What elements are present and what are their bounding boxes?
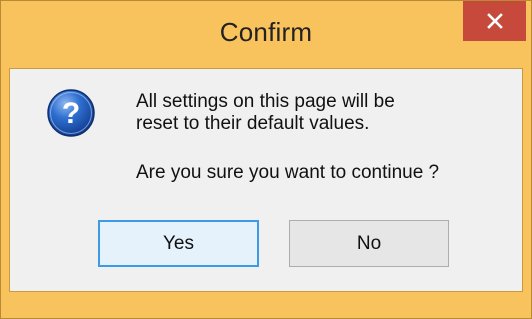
- message-line-2: reset to their default values.: [136, 113, 370, 134]
- question-icon: ?: [47, 89, 95, 137]
- message-line-1: All settings on this page will be: [136, 91, 395, 112]
- message-text: All settings on this page will be reset …: [136, 91, 439, 184]
- close-icon: [486, 13, 503, 29]
- no-button[interactable]: No: [289, 220, 449, 267]
- yes-button-label: Yes: [163, 232, 194, 254]
- title-bar[interactable]: Confirm: [1, 1, 531, 68]
- yes-button[interactable]: Yes: [98, 220, 259, 267]
- svg-text:?: ?: [62, 97, 80, 130]
- question-text: Are you sure you want to continue ?: [136, 162, 440, 183]
- window-bottom-border: [1, 292, 531, 318]
- dialog-content: ? All settings on this page will be rese…: [9, 68, 523, 292]
- dialog-title: Confirm: [219, 17, 313, 47]
- no-button-label: No: [356, 232, 382, 254]
- close-button[interactable]: [463, 1, 526, 41]
- confirm-dialog: Confirm ? All settings on this page will…: [0, 0, 532, 319]
